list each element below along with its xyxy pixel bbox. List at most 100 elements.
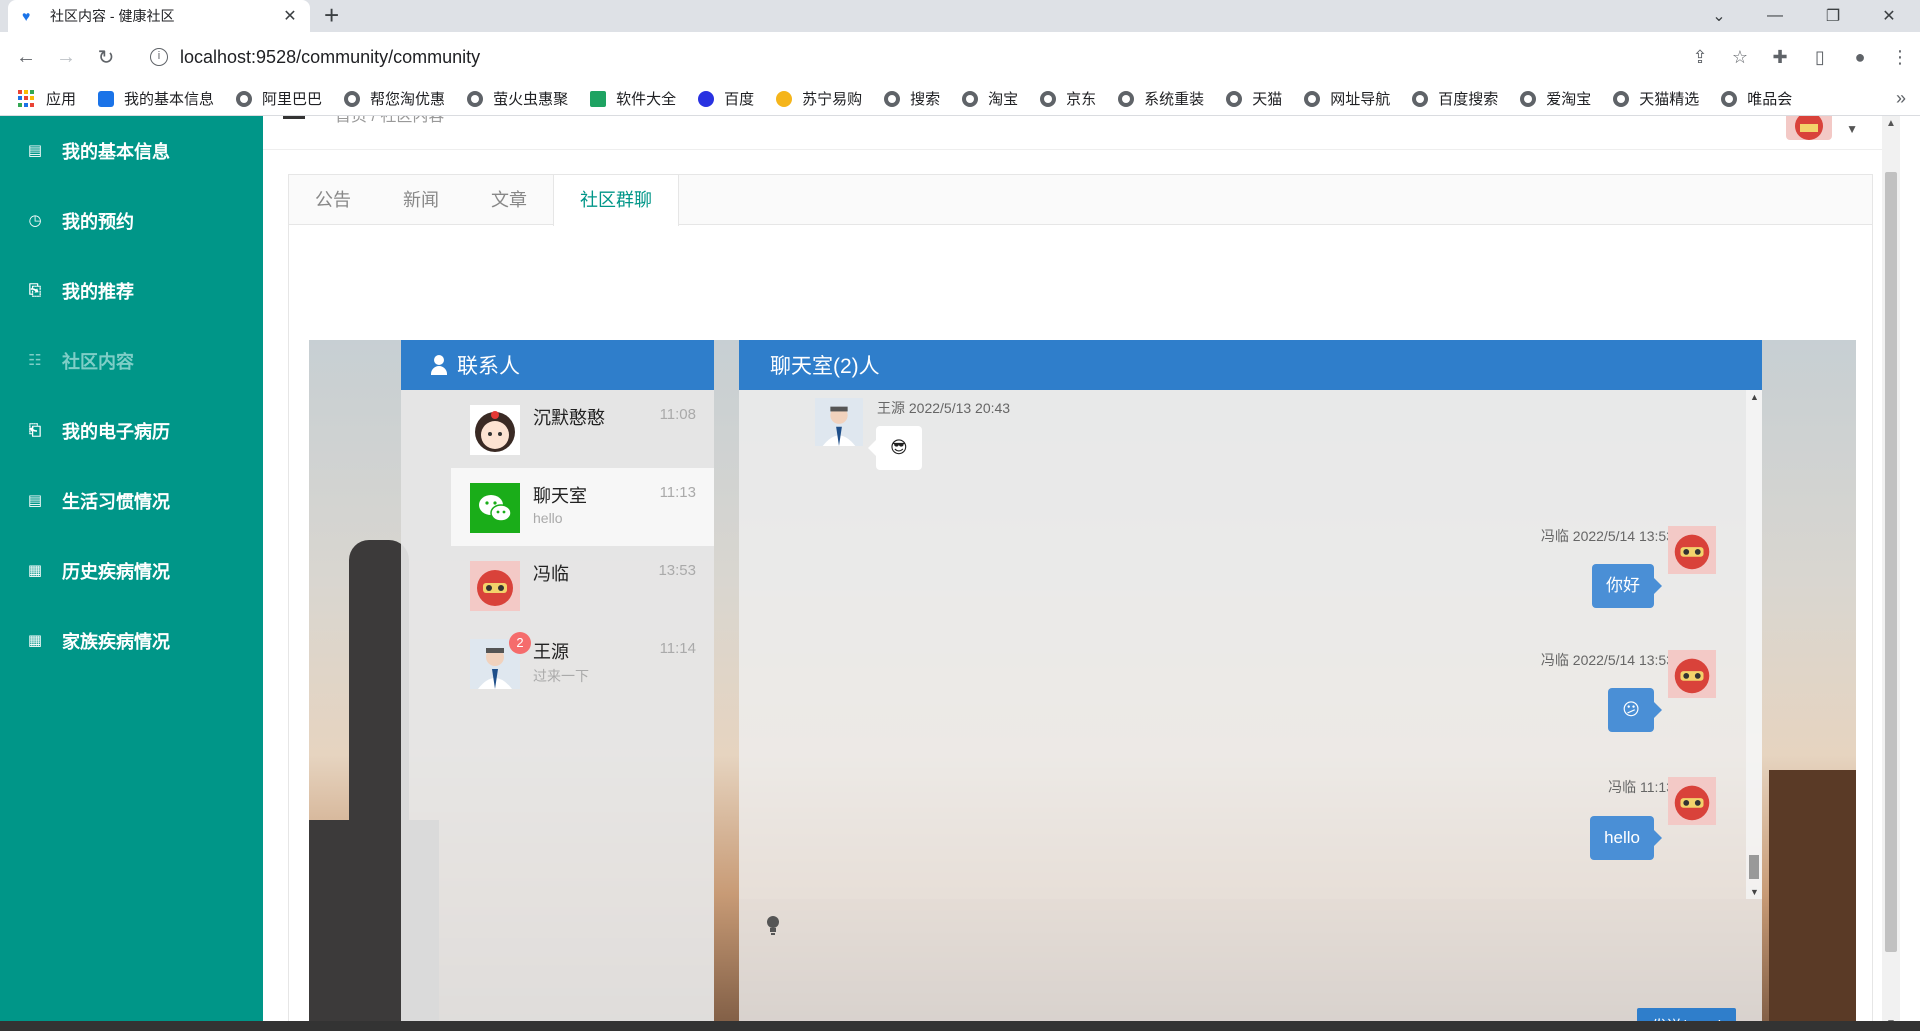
scroll-up-icon[interactable]: ▲: [1750, 392, 1759, 402]
bookmark-item[interactable]: 网址导航: [1304, 88, 1390, 109]
bookmark-item[interactable]: 淘宝: [962, 88, 1018, 109]
browser-toolbar: ← → ↻ i localhost:9528/community/communi…: [0, 32, 1920, 82]
page-scrollbar[interactable]: ▲ ▼: [1882, 116, 1900, 1031]
menu-dots-icon[interactable]: ⋮: [1880, 47, 1920, 68]
scrollbar-thumb[interactable]: [1885, 172, 1897, 952]
avatar: [1668, 777, 1716, 825]
message-text: hello: [1604, 828, 1640, 847]
sidebar-item-habits[interactable]: ▤ 生活习惯情况: [0, 466, 263, 536]
bookmark-label: 帮您淘优惠: [370, 91, 446, 108]
new-tab-button[interactable]: +: [324, 2, 339, 28]
contact-item-selected[interactable]: 聊天室 hello 11:13: [451, 468, 714, 546]
bookmark-label: 应用: [46, 91, 77, 108]
message-bubble-sent[interactable]: 😕: [1608, 688, 1662, 732]
bookmark-label: 京东: [1066, 91, 1097, 108]
avatar: [470, 561, 520, 611]
scroll-up-icon[interactable]: ▲: [1886, 118, 1896, 129]
content-card: 公告 新闻 文章 社区群聊 联系人 沉默憨憨 11:08 聊天室 hello 1…: [288, 174, 1873, 1031]
breadcrumb: 首页 / 社区内容: [335, 116, 445, 125]
bookmark-item[interactable]: 软件大全: [590, 88, 676, 109]
bookmark-item[interactable]: 我的基本信息: [98, 88, 214, 109]
bookmark-item[interactable]: 萤火虫惠聚: [467, 88, 568, 109]
bookmark-item[interactable]: 唯品会: [1721, 88, 1792, 109]
share-icon: ⎘: [28, 282, 41, 299]
bookmark-label: 阿里巴巴: [262, 91, 323, 108]
restore-button[interactable]: ❐: [1810, 0, 1856, 32]
message-list[interactable]: 王源 2022/5/13 20:43 😎 冯临 2022/5/14 13:53 …: [739, 390, 1762, 899]
message-text: 😎: [890, 438, 908, 457]
bookmark-item[interactable]: 京东: [1040, 88, 1096, 109]
bookmark-item[interactable]: 阿里巴巴: [236, 88, 322, 109]
heart-favicon-icon: ♥: [22, 8, 31, 24]
sidebar-item-family-disease[interactable]: ▦ 家族疾病情况: [0, 606, 263, 676]
tab-articles[interactable]: 文章: [465, 175, 553, 225]
bookmark-item[interactable]: 百度: [698, 88, 754, 109]
contact-item[interactable]: 沉默憨憨 11:08: [451, 390, 714, 468]
minimize-button[interactable]: —: [1752, 0, 1798, 32]
forward-icon[interactable]: →: [48, 39, 84, 75]
tab-announcement[interactable]: 公告: [289, 175, 377, 225]
bookmark-label: 萤火虫惠聚: [493, 91, 569, 108]
tab-group-chat[interactable]: 社区群聊: [553, 175, 679, 226]
sidebar-item-appointment[interactable]: ◷ 我的预约: [0, 186, 263, 256]
sidebar-item-medical-record[interactable]: ⎗ 我的电子病历: [0, 396, 263, 466]
emoji-picker-icon[interactable]: [765, 915, 781, 935]
message-scrollbar[interactable]: ▲ ▼: [1746, 390, 1762, 899]
message-bubble-sent[interactable]: 你好: [1592, 564, 1662, 608]
sidebar-item-disease-history[interactable]: ▦ 历史疾病情况: [0, 536, 263, 606]
browser-tab[interactable]: ♥ 社区内容 - 健康社区 ✕: [8, 0, 310, 32]
close-tab-icon[interactable]: ✕: [280, 6, 300, 26]
message-bubble-sent[interactable]: hello: [1590, 816, 1662, 860]
caret-down-icon[interactable]: ▼: [1846, 122, 1858, 136]
extensions-icon[interactable]: ✚: [1760, 47, 1800, 68]
address-bar[interactable]: i localhost:9528/community/community: [138, 39, 1732, 75]
sidebar-item-label: 我的预约: [62, 212, 134, 232]
bookmark-item[interactable]: 苏宁易购: [776, 88, 862, 109]
close-window-button[interactable]: ✕: [1866, 0, 1912, 32]
bookmark-item[interactable]: 天猫: [1226, 88, 1282, 109]
url-text[interactable]: localhost:9528/community/community: [180, 47, 480, 68]
bookmark-item[interactable]: 百度搜索: [1412, 88, 1498, 109]
tab-bar: 公告 新闻 文章 社区群聊: [289, 175, 1872, 226]
bookmark-label: 系统重装: [1144, 91, 1205, 108]
site-info-icon[interactable]: i: [150, 48, 168, 66]
contact-item[interactable]: 2 王源 过来一下 11:14: [451, 624, 714, 702]
heart-favicon-icon: [98, 90, 115, 107]
tab-search-icon[interactable]: ⌄: [1696, 0, 1742, 32]
record-icon: ⎗: [28, 422, 41, 439]
profile-icon[interactable]: ●: [1840, 47, 1880, 68]
clock-icon: ◷: [28, 212, 42, 229]
bookmark-item[interactable]: 系统重装: [1118, 88, 1204, 109]
bookmark-label: 天猫: [1252, 91, 1283, 108]
scrollbar-thumb[interactable]: [1749, 855, 1759, 879]
bookmark-item[interactable]: 爱淘宝: [1520, 88, 1591, 109]
bookmark-item[interactable]: 搜索: [884, 88, 940, 109]
user-avatar[interactable]: [1786, 116, 1832, 140]
sidebar-item-label: 我的电子病历: [62, 422, 170, 442]
message-bubble-received[interactable]: 😎: [868, 426, 922, 470]
contacts-header: 联系人: [401, 340, 714, 390]
contact-item[interactable]: 冯临 13:53: [451, 546, 714, 624]
bookmark-label: 爱淘宝: [1546, 91, 1592, 108]
sidebar-item-community[interactable]: ☷ 社区内容: [0, 326, 263, 396]
sidebar-item-basic-info[interactable]: ▤ 我的基本信息: [0, 116, 263, 186]
bookmark-star-icon[interactable]: ☆: [1720, 47, 1760, 68]
back-icon[interactable]: ←: [8, 39, 44, 75]
bookmark-label: 唯品会: [1747, 91, 1793, 108]
reload-icon[interactable]: ↻: [88, 39, 124, 75]
bookmark-item[interactable]: 天猫精选: [1613, 88, 1699, 109]
tab-news[interactable]: 新闻: [377, 175, 465, 225]
sidebar-item-recommend[interactable]: ⎘ 我的推荐: [0, 256, 263, 326]
bookmarks-more-icon[interactable]: »: [1896, 88, 1906, 109]
scroll-down-icon[interactable]: ▼: [1750, 887, 1759, 897]
avatar: [1668, 650, 1716, 698]
message-composer[interactable]: 发送/Send: [739, 899, 1762, 1031]
user-icon: [431, 355, 447, 375]
chat-panel: 聊天室(2)人 王源 2022/5/13 20:43 😎 冯临 2022/5/1…: [739, 340, 1762, 1031]
side-panel-icon[interactable]: ▯: [1800, 47, 1840, 68]
sidebar-item-label: 历史疾病情况: [62, 562, 170, 582]
bookmark-apps[interactable]: 应用: [18, 88, 76, 109]
share-page-icon[interactable]: ⇪: [1680, 47, 1720, 68]
bookmark-item[interactable]: 帮您淘优惠: [344, 88, 445, 109]
menu-toggle-icon[interactable]: [283, 116, 305, 122]
